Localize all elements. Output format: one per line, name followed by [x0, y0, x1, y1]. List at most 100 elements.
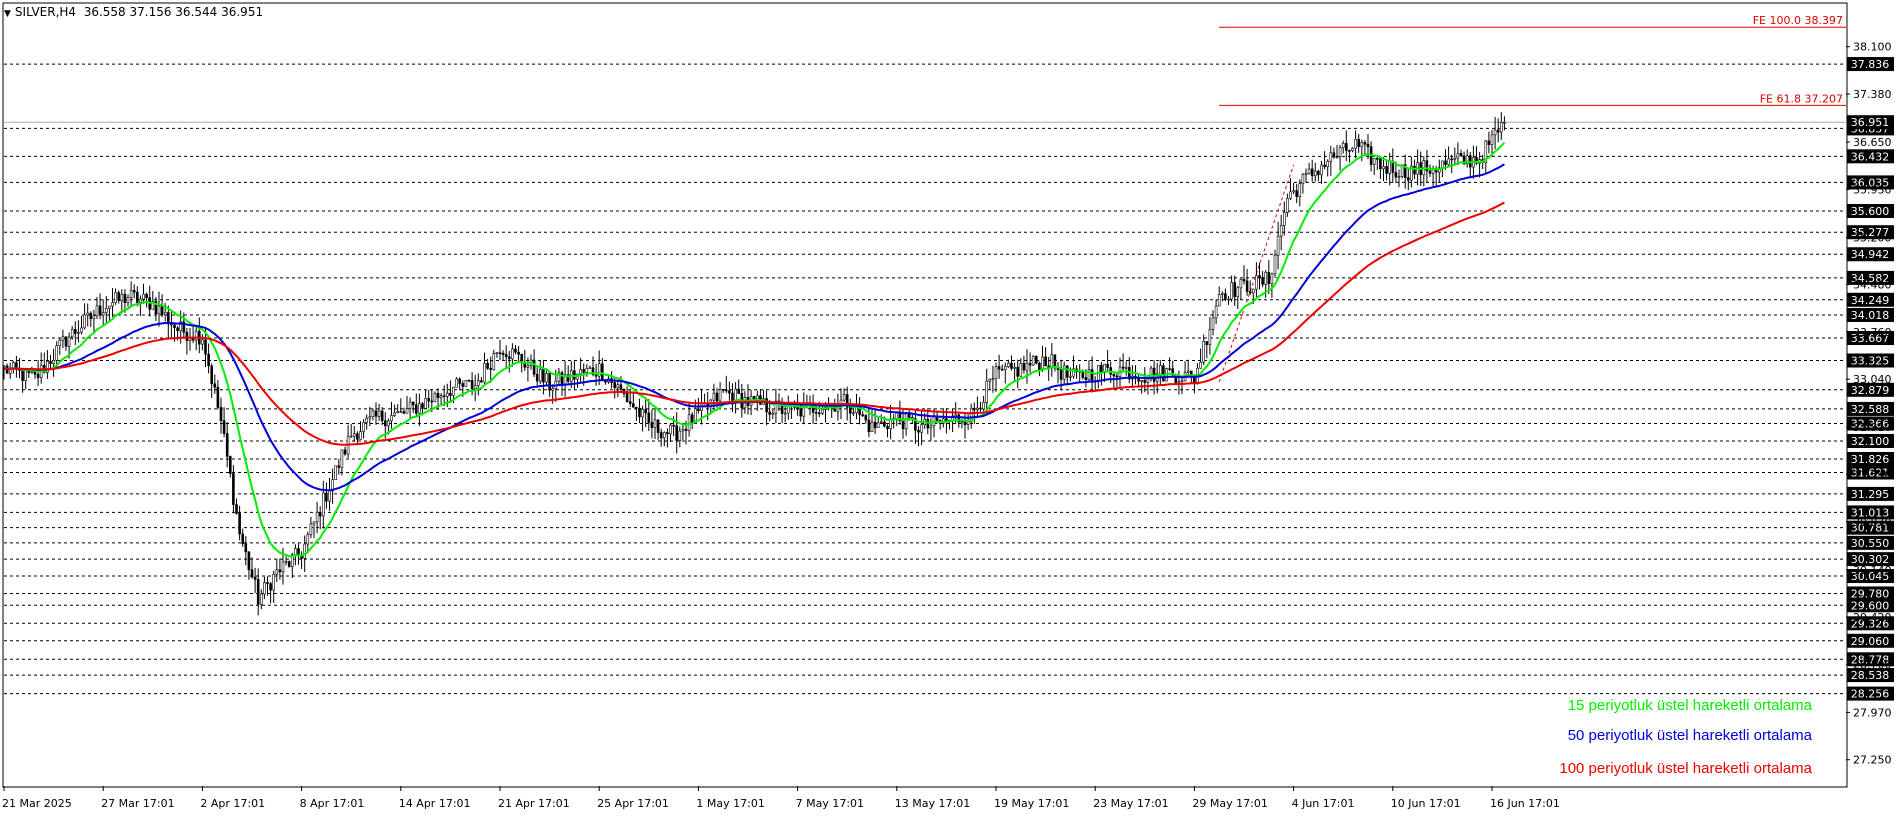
- price-axis: 37.83636.85736.43236.03535.60035.27734.9…: [1846, 41, 1894, 767]
- candle-body: [476, 380, 480, 386]
- candle-body: [362, 422, 365, 432]
- candle-body: [250, 569, 254, 578]
- candle-body: [1323, 164, 1326, 168]
- candle-body: [582, 369, 586, 373]
- candle-body: [675, 425, 679, 441]
- candle-body: [619, 384, 623, 390]
- candle-body: [988, 379, 992, 382]
- candle-body: [895, 412, 899, 419]
- symbol-label: SILVER,H4: [14, 5, 77, 19]
- candle-body: [1066, 365, 1069, 378]
- candle-body: [402, 411, 406, 414]
- candle-body: [737, 388, 741, 394]
- candle-body: [1208, 329, 1212, 346]
- candle-body: [349, 435, 353, 438]
- candle-body: [1456, 153, 1460, 159]
- fibo-level-label: FE 61.8 37.207: [1760, 92, 1843, 105]
- candle-body: [1394, 172, 1398, 178]
- candle-body: [486, 362, 489, 369]
- candle-body: [932, 415, 936, 427]
- ohlc-values: 36.558 37.156 36.544 36.951: [83, 5, 264, 19]
- candle-body: [1168, 368, 1171, 370]
- candle-body: [659, 432, 663, 439]
- candle-body: [77, 331, 80, 334]
- candle-body: [600, 363, 604, 381]
- candle-body: [873, 421, 877, 429]
- candle-body: [886, 425, 889, 430]
- candle-body: [235, 504, 238, 514]
- candle-body: [387, 420, 390, 427]
- x-tick-label: 25 Apr 17:01: [597, 797, 669, 810]
- candle-body: [1202, 341, 1205, 363]
- candle-body: [647, 412, 651, 423]
- level-value: 32.588: [1851, 403, 1890, 416]
- candle-body: [89, 312, 93, 320]
- candle-body: [1298, 183, 1302, 197]
- level-value: 35.600: [1851, 205, 1890, 218]
- candle-body: [185, 331, 189, 341]
- candle-body: [1279, 225, 1283, 237]
- candle-body: [1007, 362, 1010, 367]
- candle-body: [117, 292, 120, 302]
- candle-body: [377, 410, 381, 417]
- candle-body: [972, 407, 976, 411]
- x-tick-label: 7 May 17:01: [796, 797, 864, 810]
- collapse-triangle-icon[interactable]: ▼: [4, 9, 11, 19]
- candle-body: [136, 291, 139, 303]
- candle-body: [1214, 305, 1218, 319]
- candle-body: [542, 369, 545, 383]
- level-value: 31.295: [1851, 488, 1890, 501]
- candle-body: [489, 367, 493, 370]
- level-value: 32.100: [1851, 435, 1890, 448]
- candle-body: [393, 412, 396, 416]
- candle-body: [464, 380, 468, 387]
- candle-body: [1199, 361, 1202, 369]
- chart-header: ▼ SILVER,H4 36.558 37.156 36.544 36.951: [4, 5, 263, 19]
- candle-body: [712, 392, 716, 401]
- candle-body: [1286, 198, 1289, 213]
- candle-body: [1177, 380, 1181, 383]
- candle-body: [507, 356, 511, 360]
- candle-body: [870, 421, 874, 432]
- candle-body: [1335, 156, 1339, 159]
- candle-body: [1227, 298, 1230, 301]
- candle-body: [1385, 166, 1388, 174]
- level-value: 37.836: [1851, 58, 1890, 71]
- candle-body: [783, 412, 787, 415]
- candle-body: [681, 428, 685, 432]
- candle-body: [383, 420, 387, 427]
- candle-body: [399, 411, 403, 413]
- candle-body: [201, 339, 204, 345]
- candle-body: [232, 473, 235, 505]
- candle-body: [613, 382, 617, 388]
- candle-body: [1146, 378, 1150, 383]
- candle-body: [1084, 377, 1088, 380]
- candle-body: [306, 534, 310, 545]
- candle-body: [1276, 235, 1280, 256]
- y-tick-label: 28.700: [1853, 658, 1892, 671]
- candle-body: [253, 576, 257, 580]
- candle-body: [380, 410, 384, 422]
- y-tick-label: 37.380: [1853, 88, 1892, 101]
- candle-body: [628, 401, 632, 404]
- candle-body: [1283, 212, 1286, 226]
- candle-body: [374, 410, 378, 417]
- candle-body: [535, 373, 539, 382]
- candle-body: [514, 348, 517, 353]
- candle-body: [222, 420, 226, 434]
- candle-body: [1351, 147, 1354, 151]
- candle-body: [498, 352, 502, 354]
- candle-body: [1239, 279, 1243, 289]
- y-tick-label: 34.480: [1853, 279, 1892, 292]
- level-value: 34.018: [1851, 309, 1890, 322]
- time-axis: 21 Mar 2025 27 Mar 17:01 2 Apr 17:01 8 Apr …: [2, 786, 1560, 810]
- candle-body: [272, 573, 276, 591]
- candle-body: [982, 402, 985, 410]
- candle-body: [105, 308, 108, 313]
- candle-body: [139, 298, 142, 303]
- candle-body: [876, 422, 880, 429]
- candle-body: [1038, 362, 1041, 371]
- candle-body: [945, 418, 948, 422]
- candle-body: [1332, 152, 1336, 158]
- candle-body: [238, 513, 241, 535]
